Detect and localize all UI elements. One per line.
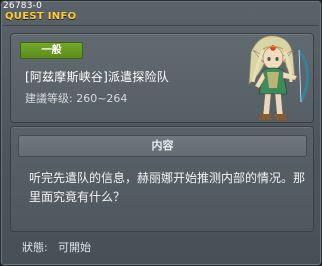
quest-summary-panel: 一般 [阿兹摩斯峡谷]派遣探险队 建議等级: 260~264: [10, 33, 314, 123]
quest-id-label: 26783-0: [3, 1, 43, 11]
status-label: 狀態:: [22, 241, 48, 254]
quest-content-panel: 内容 听完先遣队的信息，赫丽娜开始推测内部的情况。那里面究竟有什么？: [10, 126, 314, 232]
status-value: 可開始: [58, 241, 91, 254]
category-badge: 一般: [20, 42, 83, 59]
quest-name: [阿兹摩斯峡谷]派遣探险队: [25, 70, 169, 84]
title-divider: [3, 25, 319, 26]
elf-npc-portrait-icon: [248, 35, 309, 120]
quest-description: 听完先遣队的信息，赫丽娜开始推测内部的情况。那里面究竟有什么？: [29, 171, 306, 204]
quest-info-window: 26783-0 QUEST INFO 一般 [阿兹摩斯峡谷]派遣探险队 建議等级…: [0, 0, 322, 266]
recommended-level: 建議等级: 260~264: [25, 92, 128, 105]
content-header: 内容: [18, 135, 307, 157]
window-title: QUEST INFO: [5, 11, 77, 22]
